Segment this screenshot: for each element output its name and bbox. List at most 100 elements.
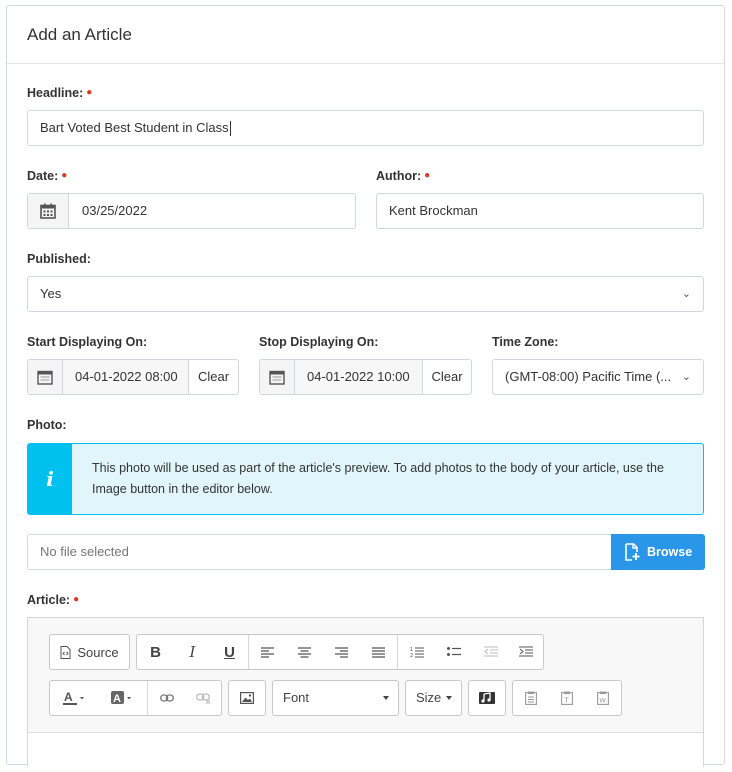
headline-label: Headline: ●	[27, 86, 93, 100]
align-center-button[interactable]	[286, 635, 323, 669]
stop-display-input[interactable]: 04-01-2022 10:00 Clear	[259, 359, 472, 395]
audio-button[interactable]	[469, 681, 505, 715]
photo-label: Photo:	[27, 418, 67, 432]
unlink-icon	[195, 693, 210, 704]
timezone-label: Time Zone:	[492, 335, 559, 349]
bullet-list-icon	[446, 647, 461, 656]
numbered-list-button[interactable]: 12	[398, 635, 435, 669]
paste-text-icon: T	[561, 691, 573, 705]
source-label: Source	[77, 644, 119, 660]
text-color-button[interactable]: A	[50, 681, 98, 715]
photo-info-callout: i This photo will be used as part of the…	[27, 443, 704, 515]
browse-label: Browse	[647, 545, 693, 559]
align-center-icon	[298, 646, 311, 658]
paste-group: T W	[512, 680, 622, 716]
stop-display-value: 04-01-2022 10:00	[307, 369, 410, 384]
justify-button[interactable]	[360, 635, 397, 669]
required-marker: ●	[61, 170, 68, 181]
outdent-button[interactable]	[472, 635, 509, 669]
svg-text:W: W	[599, 697, 606, 705]
start-display-label: Start Displaying On:	[27, 335, 148, 349]
start-display-input[interactable]: 04-01-2022 08:00 Clear	[27, 359, 239, 395]
paste-icon	[525, 691, 537, 705]
chevron-down-icon: ⌄	[681, 371, 691, 383]
add-article-card: Add an Article Headline: ● Bart Voted Bes…	[6, 5, 725, 772]
paste-word-icon: W	[597, 691, 609, 705]
file-input[interactable]: No file selected	[27, 534, 617, 570]
calendar-icon	[37, 370, 53, 385]
align-right-button[interactable]	[323, 635, 360, 669]
caret-down-icon	[383, 696, 389, 700]
published-value: Yes	[40, 286, 62, 301]
source-group: Source	[49, 634, 130, 670]
headline-input[interactable]: Bart Voted Best Student in Class	[27, 110, 704, 146]
size-select[interactable]: Size	[405, 680, 462, 716]
image-button[interactable]	[229, 681, 265, 715]
article-label: Article: ●	[27, 593, 80, 607]
paste-text-button[interactable]: T	[549, 681, 585, 715]
required-marker: ●	[424, 170, 431, 181]
image-group	[228, 680, 266, 716]
indent-button[interactable]	[509, 635, 543, 669]
required-marker: ●	[86, 87, 93, 98]
svg-text:A: A	[64, 691, 73, 704]
paste-button[interactable]	[513, 681, 549, 715]
paste-word-button[interactable]: W	[585, 681, 621, 715]
source-button[interactable]: Source	[50, 635, 129, 669]
numbered-list-icon: 12	[410, 647, 424, 658]
stop-clear-button[interactable]: Clear	[422, 360, 471, 394]
calendar-button[interactable]	[28, 194, 69, 228]
required-marker: ●	[73, 594, 80, 605]
editor-content-area[interactable]	[28, 732, 703, 772]
card-title: Add an Article	[27, 25, 132, 44]
info-icon: i	[28, 444, 72, 514]
chevron-down-icon: ⌄	[681, 288, 691, 300]
timezone-select[interactable]: (GMT-08:00) Pacific Time (... ⌄	[492, 359, 704, 395]
start-clear-button[interactable]: Clear	[188, 360, 238, 394]
card-header: Add an Article	[7, 6, 724, 64]
svg-text:2: 2	[410, 653, 413, 658]
caret-down-icon	[446, 696, 452, 700]
article-editor: Source B I U 12 A A Font Size T W	[27, 617, 704, 772]
text-cursor	[229, 121, 231, 137]
stop-display-label: Stop Displaying On:	[259, 335, 379, 349]
calendar-icon	[269, 370, 285, 385]
link-button[interactable]	[148, 681, 185, 715]
background-color-icon: A	[111, 691, 131, 705]
svg-text:A: A	[113, 693, 121, 705]
unlink-button[interactable]	[185, 681, 221, 715]
link-icon	[159, 694, 174, 702]
underline-button[interactable]: U	[211, 635, 248, 669]
browse-button[interactable]: Browse	[611, 534, 705, 570]
italic-icon: I	[189, 643, 196, 661]
audio-group	[468, 680, 506, 716]
calendar-icon	[40, 203, 56, 219]
image-icon	[240, 692, 254, 704]
align-left-icon	[261, 646, 274, 658]
timezone-value: (GMT-08:00) Pacific Time (...	[505, 369, 672, 384]
start-display-value: 04-01-2022 08:00	[75, 369, 178, 384]
underline-icon: U	[224, 643, 235, 661]
stop-calendar-button[interactable]	[260, 360, 295, 394]
date-label: Date: ●	[27, 169, 68, 183]
text-color-icon: A	[63, 691, 84, 705]
start-calendar-button[interactable]	[28, 360, 63, 394]
published-select[interactable]: Yes ⌄	[27, 276, 704, 312]
author-input[interactable]: Kent Brockman	[376, 193, 704, 229]
svg-text:T: T	[563, 697, 569, 705]
bullet-list-button[interactable]	[435, 635, 472, 669]
font-label: Font	[283, 690, 310, 705]
bold-button[interactable]: B	[137, 635, 174, 669]
bold-icon: B	[150, 643, 161, 661]
date-input[interactable]: 03/25/2022	[27, 193, 356, 229]
justify-icon	[372, 646, 385, 658]
outdent-icon	[483, 646, 498, 657]
headline-value: Bart Voted Best Student in Class	[40, 120, 229, 135]
align-left-button[interactable]	[249, 635, 286, 669]
italic-button[interactable]: I	[174, 635, 211, 669]
file-placeholder: No file selected	[40, 544, 129, 559]
published-label: Published:	[27, 252, 91, 266]
background-color-button[interactable]: A	[98, 681, 146, 715]
font-select[interactable]: Font	[272, 680, 399, 716]
audio-icon	[479, 692, 495, 704]
